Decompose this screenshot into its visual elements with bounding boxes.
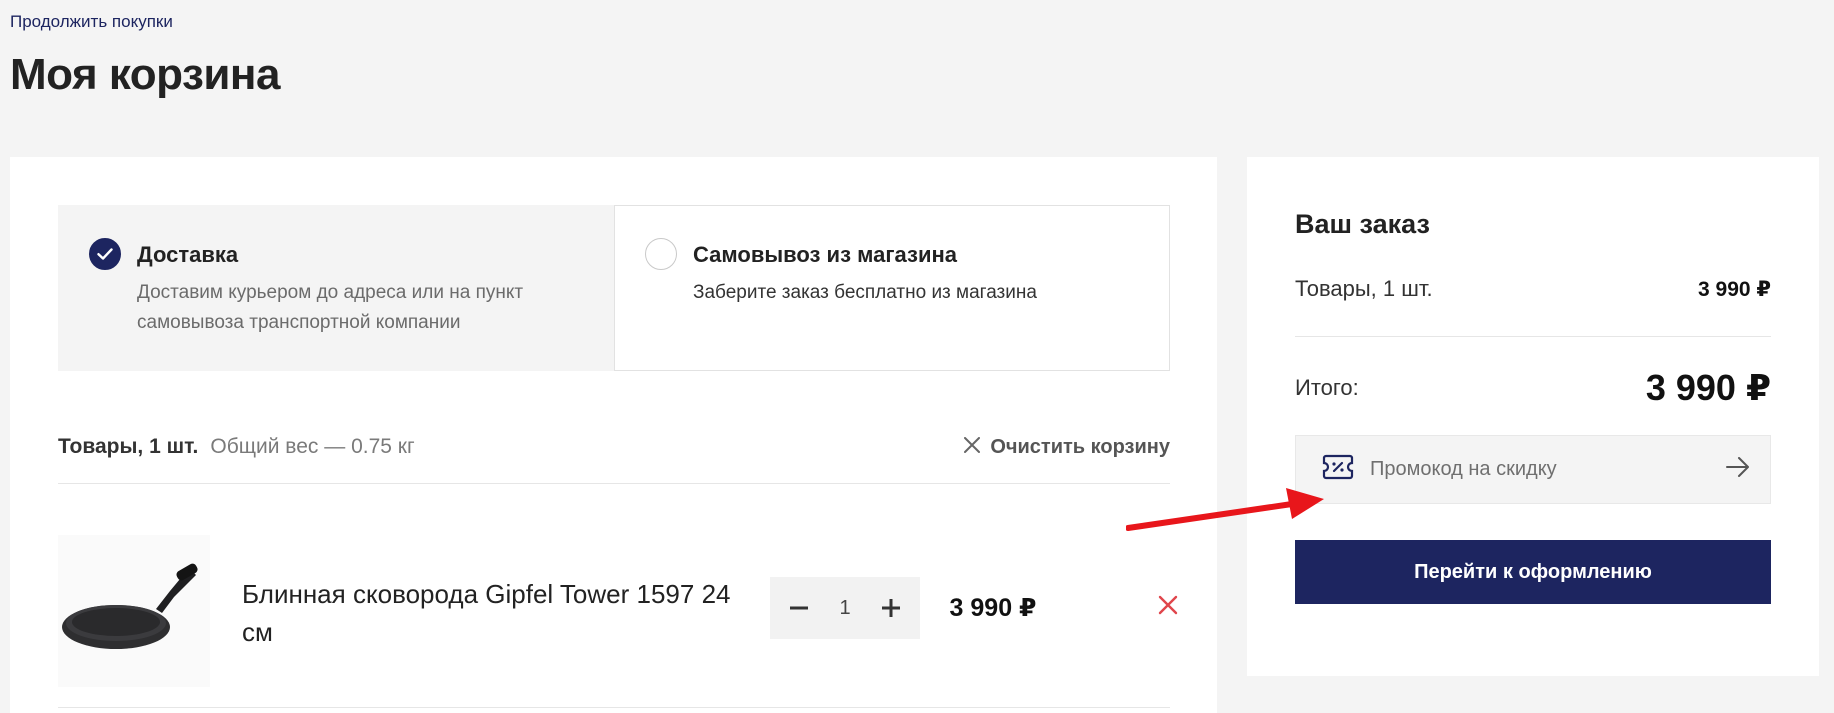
product-image[interactable]	[58, 535, 210, 687]
delivery-option-title: Доставка	[137, 242, 239, 267]
annotation-arrow-icon	[1126, 488, 1324, 531]
order-total-line: Итого: 3 990 ₽	[1295, 367, 1771, 409]
continue-shopping-link[interactable]: Продолжить покупки	[10, 12, 173, 32]
product-name[interactable]: Блинная сковорода Gipfel Tower 1597 24 с…	[242, 575, 742, 651]
order-items-line: Товары, 1 шт. 3 990 ₽	[1295, 276, 1771, 302]
quantity-value[interactable]: 1	[839, 597, 850, 620]
check-icon	[89, 238, 121, 270]
total-label: Итого:	[1295, 375, 1359, 400]
delivery-options: Доставка Доставим курьером до адреса или…	[58, 205, 1170, 371]
delivery-option-description: Заберите заказ бесплатно из магазина	[693, 282, 1037, 303]
clear-cart-button[interactable]: Очистить корзину	[964, 436, 1170, 459]
delivery-option-courier[interactable]: Доставка Доставим курьером до адреса или…	[58, 205, 614, 371]
minus-icon[interactable]	[784, 593, 814, 623]
arrow-right-icon[interactable]	[1726, 457, 1750, 482]
items-weight: Общий вес — 0.75 кг	[210, 435, 415, 458]
coupon-icon	[1322, 454, 1354, 485]
radio-button[interactable]	[645, 238, 677, 270]
divider	[58, 707, 1170, 708]
order-items-label: Товары, 1 шт.	[1295, 276, 1433, 301]
quantity-stepper: 1	[770, 577, 920, 639]
order-title: Ваш заказ	[1295, 209, 1430, 239]
item-price: 3 990 ₽	[949, 594, 1037, 622]
checkout-button[interactable]: Перейти к оформлению	[1295, 540, 1771, 604]
cart-page: Продолжить покупки Моя корзина Доставка …	[0, 0, 1834, 713]
cart-card: Доставка Доставим курьером до адреса или…	[10, 157, 1217, 713]
remove-icon[interactable]	[1154, 591, 1182, 619]
delivery-option-description: Доставим курьером до адреса или на пункт…	[137, 282, 524, 333]
divider	[1295, 336, 1771, 337]
page-title: Моя корзина	[10, 50, 280, 99]
items-header: Товары, 1 шт. Общий вес — 0.75 кг Очисти…	[58, 435, 1170, 459]
promo-code-placeholder: Промокод на скидку	[1370, 458, 1557, 480]
cart-item-row: Блинная сковорода Gipfel Tower 1597 24 с…	[58, 535, 1178, 687]
promo-code-field[interactable]: Промокод на скидку	[1295, 435, 1771, 504]
plus-icon[interactable]	[876, 593, 906, 623]
delivery-option-title: Самовывоз из магазина	[693, 242, 957, 267]
order-summary: Ваш заказ Товары, 1 шт. 3 990 ₽ Итого: 3…	[1247, 157, 1819, 676]
items-count: Товары, 1 шт.	[58, 435, 199, 458]
total-value: 3 990 ₽	[1645, 367, 1771, 408]
order-items-value: 3 990 ₽	[1698, 277, 1771, 301]
divider	[58, 483, 1170, 484]
close-icon	[964, 436, 981, 459]
delivery-option-pickup[interactable]: Самовывоз из магазина Заберите заказ бес…	[614, 205, 1170, 371]
clear-cart-label: Очистить корзину	[990, 435, 1170, 458]
